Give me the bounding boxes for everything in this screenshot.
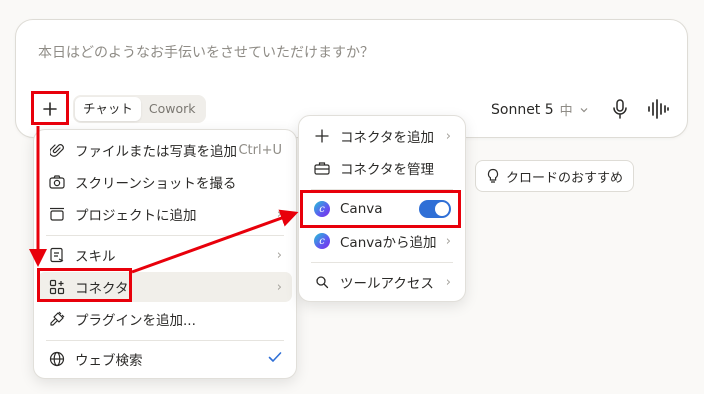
canva-icon-wrap: c (313, 232, 331, 250)
menu-divider (46, 340, 284, 341)
menu-item-label: ツールアクセス (340, 276, 434, 292)
menu-item-label: スキル (75, 249, 116, 265)
canva-icon-wrap: c (313, 200, 331, 218)
mode-tab-chat[interactable]: チャット (75, 97, 141, 121)
submenu-item-tool-access[interactable]: ツールアクセス › (303, 267, 461, 297)
add-content-button[interactable] (33, 94, 67, 124)
menu-item-screenshot[interactable]: スクリーンショットを撮る (38, 167, 292, 197)
checkmark-icon (268, 351, 282, 367)
chevron-right-icon: › (445, 274, 451, 290)
globe-icon (48, 350, 66, 368)
plus-icon (43, 102, 57, 116)
mode-toggle: チャット Cowork (73, 95, 206, 123)
voice-mode-button[interactable] (646, 98, 670, 124)
menu-item-label: Canvaから追加 (340, 235, 437, 251)
menu-item-label: スクリーンショットを撮る (75, 176, 237, 192)
menu-item-label: プラグインを追加... (75, 313, 196, 329)
menu-divider (311, 262, 453, 263)
chevron-right-icon: › (445, 128, 451, 144)
add-content-menu: ファイルまたは写真を追加 Ctrl+U スクリーンショットを撮る プロジェクトに… (33, 129, 297, 379)
chevron-right-icon: › (276, 206, 282, 222)
message-input[interactable]: 本日はどのようなお手伝いをさせていただけますか？ (38, 42, 374, 62)
camera-icon (48, 173, 66, 191)
menu-item-label: コネクタを追加 (340, 130, 434, 146)
plus-icon (313, 127, 331, 145)
submenu-item-manage-connectors[interactable]: コネクタを管理 (303, 153, 461, 183)
menu-divider (46, 235, 284, 236)
menu-item-add-to-project[interactable]: プロジェクトに追加 › (38, 199, 292, 229)
model-name: Sonnet 5 (491, 101, 554, 118)
microphone-button[interactable] (610, 98, 630, 124)
canva-icon: c (314, 233, 330, 249)
project-box-icon (48, 205, 66, 223)
chevron-right-icon: › (445, 233, 451, 249)
chevron-down-icon (580, 107, 588, 112)
microphone-icon (613, 99, 627, 119)
menu-item-label: コネクタを管理 (340, 162, 434, 178)
menu-item-connectors[interactable]: コネクタ › (38, 272, 292, 302)
menu-item-label: プロジェクトに追加 (75, 208, 197, 224)
canva-enable-toggle[interactable] (419, 200, 451, 218)
waveform-icon (648, 99, 669, 119)
connectors-submenu: コネクタを追加 › コネクタを管理 c Canva c Canvaから追加 › … (298, 115, 466, 302)
suggestion-chip[interactable]: クロードのおすすめ (475, 160, 635, 192)
model-selector[interactable]: Sonnet 5 中 (491, 100, 589, 119)
toolbox-icon (313, 159, 331, 177)
shortcut-hint: Ctrl+U (238, 142, 282, 158)
chevron-right-icon: › (276, 247, 282, 263)
suggestion-chip-label: クロードのおすすめ (506, 170, 624, 186)
menu-item-add-plugin[interactable]: プラグインを追加... (38, 304, 292, 334)
connector-icon (48, 278, 66, 296)
search-icon (313, 273, 331, 291)
plugin-icon (48, 310, 66, 328)
menu-item-label: ファイルまたは写真を追加 (75, 144, 237, 160)
menu-item-label: コネクタ (75, 281, 129, 297)
menu-item-label: ウェブ検索 (75, 353, 143, 369)
menu-item-skills[interactable]: スキル › (38, 240, 292, 270)
menu-item-label: Canva (340, 201, 383, 217)
lightbulb-icon (487, 168, 499, 183)
paperclip-icon (48, 141, 66, 159)
skill-icon (48, 246, 66, 264)
menu-divider (311, 189, 453, 190)
canva-icon: c (314, 201, 330, 217)
menu-item-web-search[interactable]: ウェブ検索 (38, 344, 292, 374)
effort-level: 中 (559, 104, 573, 119)
menu-item-add-file[interactable]: ファイルまたは写真を追加 Ctrl+U (38, 135, 292, 165)
submenu-item-add-connector[interactable]: コネクタを追加 › (303, 121, 461, 151)
submenu-item-canva[interactable]: c Canva (303, 194, 461, 224)
submenu-item-add-from-canva[interactable]: c Canvaから追加 › (303, 226, 461, 256)
mode-tab-cowork[interactable]: Cowork (141, 97, 204, 121)
chevron-right-icon: › (276, 279, 282, 295)
